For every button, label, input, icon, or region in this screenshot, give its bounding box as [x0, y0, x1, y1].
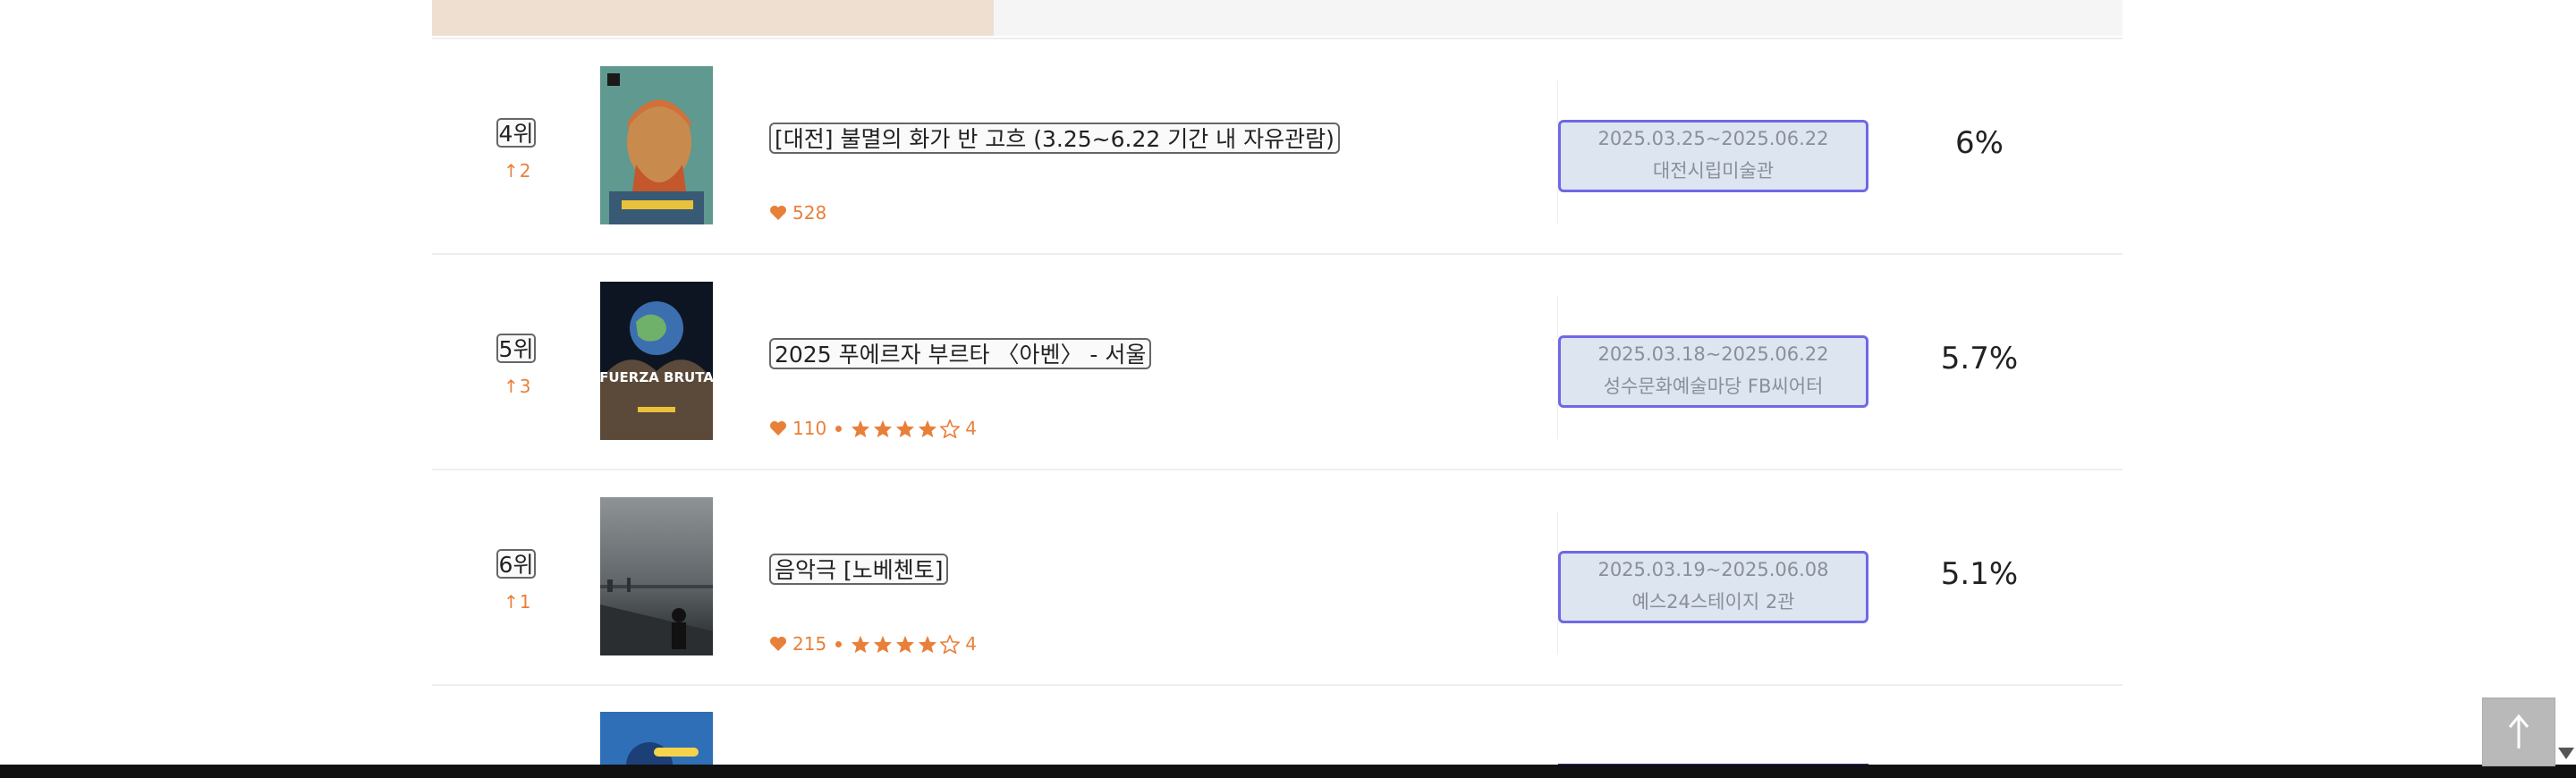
star-filled-icon [919, 419, 937, 437]
like-count: 110 [792, 418, 827, 439]
date-venue-box: 2025.03.25~2025.06.22 대전시립미술관 [1558, 120, 1868, 192]
show-meta: 215 4 [769, 633, 977, 655]
tab[interactable] [1557, 0, 2123, 36]
date-venue-box: 2025.03.19~2025.06.08 예스24스테이지 2관 [1558, 551, 1868, 623]
star-filled-icon [852, 419, 870, 437]
star-rating [851, 634, 961, 654]
star-empty-icon [940, 634, 961, 654]
poster-image[interactable]: FUERZA BRUTA [600, 282, 713, 440]
show-venue: 대전시립미술관 [1652, 160, 1775, 182]
rating-value: 4 [965, 418, 977, 439]
separator-dot [835, 640, 843, 647]
window-bottom-edge [0, 765, 2576, 778]
star-filled-icon [896, 419, 915, 437]
poster-image[interactable] [600, 497, 713, 655]
star-filled-icon [874, 635, 893, 653]
rank-change: ↑1 [504, 591, 532, 613]
back-to-top-button[interactable] [2482, 698, 2555, 766]
poster-image[interactable] [600, 66, 713, 224]
like-count: 215 [792, 633, 827, 655]
show-meta: 528 [769, 202, 826, 224]
like-count: 528 [792, 202, 827, 224]
arrow-up-icon [2508, 714, 2529, 748]
poster-title: FUERZA BRUTA [600, 369, 713, 385]
star-rating [851, 419, 961, 438]
show-title[interactable]: 음악극 [노베첸토] [769, 554, 949, 585]
heart-icon [770, 421, 786, 436]
share-percent: 5.1% [1940, 556, 2019, 592]
date-venue-box: 2025.03.18~2025.06.22 성수문화예술마당 FB씨어터 [1558, 335, 1868, 408]
share-percent: 5.7% [1940, 341, 2019, 376]
tab[interactable] [994, 0, 1558, 36]
rank-number: 6위 [496, 549, 536, 579]
poster-novecento [600, 497, 713, 655]
poster-fuerza-bruta: FUERZA BRUTA [600, 282, 713, 440]
show-dates: 2025.03.25~2025.06.22 [1597, 128, 1829, 149]
rank-change: ↑2 [504, 160, 532, 182]
show-title[interactable]: 2025 푸에르자 부르타 〈아벤〉 - 서울 [769, 338, 1152, 369]
show-dates: 2025.03.18~2025.06.22 [1597, 343, 1829, 365]
show-title[interactable]: [대전] 불멸의 화가 반 고흐 (3.25~6.22 기간 내 자유관람) [769, 123, 1340, 154]
ranking-row[interactable]: 4위 ↑2 [대전] 불멸의 화가 반 고흐 (3.25~6.22 기간 내 자… [432, 38, 2123, 255]
star-filled-icon [874, 419, 893, 437]
poster-vangogh [600, 66, 713, 224]
star-filled-icon [852, 635, 870, 653]
separator-dot [835, 425, 843, 432]
rank-number: 5위 [496, 334, 536, 363]
show-meta: 110 4 [769, 418, 977, 439]
star-filled-icon [919, 635, 937, 653]
ranking-row[interactable]: 6위 ↑1 음악극 [노베첸토] 215 4 2025.03.19~2025.0… [432, 469, 2123, 686]
category-tabs [432, 0, 2123, 39]
tab-active[interactable] [432, 0, 994, 36]
rank-change: ↑3 [504, 376, 532, 397]
scroll-down-arrow[interactable] [2558, 748, 2574, 759]
rating-value: 4 [965, 633, 977, 655]
ranking-row[interactable]: 5위 ↑3 FUERZA BRUTA 2025 푸에르자 부르타 〈아벤〉 - … [432, 253, 2123, 470]
rank-number: 4위 [496, 118, 536, 148]
share-percent: 6% [1955, 125, 2004, 161]
star-empty-icon [940, 419, 961, 438]
show-dates: 2025.03.19~2025.06.08 [1597, 559, 1829, 580]
heart-icon [770, 206, 786, 220]
show-venue: 성수문화예술마당 FB씨어터 [1603, 376, 1824, 397]
heart-icon [770, 637, 786, 651]
show-venue: 예스24스테이지 2관 [1631, 591, 1795, 613]
star-filled-icon [896, 635, 915, 653]
